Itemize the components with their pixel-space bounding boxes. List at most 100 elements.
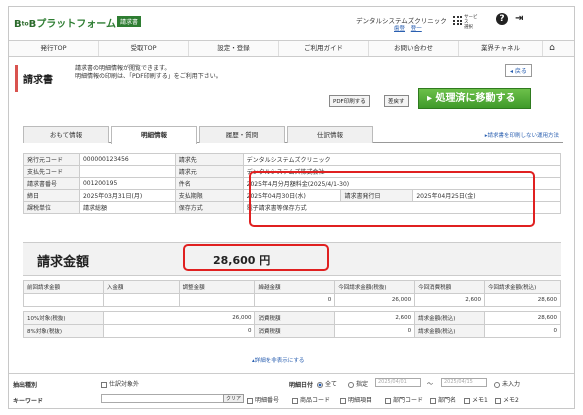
radio-off[interactable] <box>348 381 354 388</box>
clear-button[interactable]: クリア <box>223 394 245 403</box>
info-value <box>78 165 176 178</box>
tax-key: 8%対象(税抜) <box>23 324 104 338</box>
radio-on[interactable] <box>317 381 323 388</box>
date-from-input[interactable]: 2025/04/01 <box>375 378 421 387</box>
company-links: 歯登 登一 <box>394 24 422 32</box>
exclude-journal-checkbox[interactable]: 仕訳対象外 <box>101 379 139 388</box>
no-print-guide-link[interactable]: ▸請求書を印刷しない運用方法 <box>485 131 559 139</box>
checkbox-box[interactable] <box>340 397 346 404</box>
check-label: 明細番号 <box>255 397 280 404</box>
check-label: 部門コード <box>393 397 424 404</box>
home-icon[interactable]: ⌂ <box>543 41 561 56</box>
tax-value: 0 <box>484 324 561 338</box>
date-all-label: 全て <box>325 381 338 388</box>
pdf-print-button[interactable]: PDF印刷する <box>329 95 370 107</box>
company-link-1[interactable]: 歯登 <box>394 26 405 32</box>
tax-key: 消費税額 <box>254 311 336 325</box>
service-label-1: サービス <box>464 15 478 25</box>
page-description: 請求書の明細情報が閲覧できます。 明細情報の印刷は、「PDF印刷する」をご利用下… <box>75 65 222 81</box>
check-dept-name[interactable]: 部門名 <box>430 395 456 404</box>
check-detail-item[interactable]: 明細項目 <box>340 395 372 404</box>
info-value: 000000123456 <box>78 153 176 166</box>
reject-button[interactable]: 差戻す <box>384 95 409 107</box>
checkbox-box[interactable] <box>495 397 501 404</box>
summary-value <box>178 293 256 307</box>
info-key: 保存方式 <box>174 201 244 214</box>
help-icon[interactable]: ? <box>496 13 508 25</box>
summary-header: 今回消費税額 <box>414 280 486 294</box>
keyword-label: キーワード <box>13 398 44 405</box>
page-description-line-2: 明細情報の印刷は、「PDF印刷する」をご利用下さい。 <box>75 73 222 80</box>
title-accent-bar <box>15 65 18 92</box>
nav-item-settings[interactable]: 設定・登録 <box>189 41 279 56</box>
date-to-input[interactable]: 2025/04/15 <box>441 378 487 387</box>
page-description-line-1: 請求書の明細情報が閲覧できます。 <box>75 65 171 72</box>
highlight-box-details <box>249 171 535 227</box>
summary-value: 2,600 <box>414 293 486 307</box>
checkbox-box[interactable] <box>385 397 391 404</box>
nav-item-issue-top[interactable]: 発行TOP <box>9 41 99 56</box>
nav-item-contact[interactable]: お問い合わせ <box>369 41 459 56</box>
info-key: 発行元コード <box>23 153 80 166</box>
summary-value <box>23 293 104 307</box>
grid-icon <box>453 16 462 25</box>
check-dept-code[interactable]: 部門コード <box>385 395 423 404</box>
nav-item-industry[interactable]: 業界チャネル <box>459 41 543 56</box>
move-to-processed-button[interactable]: ▸ 処理済に移動する <box>418 88 531 109</box>
check-label: メモ1 <box>472 397 488 404</box>
invoice-amount-label: 請求金額 <box>37 255 90 270</box>
service-select-button[interactable]: サービス 選択 <box>453 15 479 30</box>
checkbox-box[interactable] <box>101 381 107 388</box>
tax-key: 請求金額(税込) <box>414 311 486 325</box>
service-label-2: 選択 <box>464 25 473 30</box>
tax-row-8: 8%対象(税抜) 0 消費税額 0 請求金額(税込) 0 <box>23 324 561 338</box>
tax-key: 消費税額 <box>254 324 336 338</box>
info-key: 件名 <box>174 177 244 190</box>
summary-header: 今回請求金額(税込) <box>484 280 561 294</box>
main-nav: 発行TOP 受取TOP 設定・登録 ご利用ガイド お問い合わせ 業界チャネル ⌂ <box>9 40 574 57</box>
highlight-box-amount <box>183 244 329 271</box>
summary-value: 26,000 <box>334 293 416 307</box>
check-label: メモ2 <box>503 397 519 404</box>
date-specify-radio[interactable]: 指定 <box>348 379 368 388</box>
checkbox-box[interactable] <box>464 397 470 404</box>
summary-header: 入金額 <box>102 280 180 294</box>
check-memo1[interactable]: メモ1 <box>464 395 488 404</box>
checkbox-box[interactable] <box>292 397 298 404</box>
tab-history[interactable]: 履歴・質問 <box>199 126 285 143</box>
check-label: 商品コード <box>300 397 331 404</box>
tax-key: 10%対象(税抜) <box>23 311 104 325</box>
tab-bar: おもて情報 明細情報 履歴・質問 仕訳情報 ▸請求書を印刷しない運用方法 <box>23 126 563 144</box>
info-value: 001200195 <box>78 177 176 190</box>
tab-detail-info[interactable]: 明細情報 <box>111 126 197 144</box>
tab-front-info[interactable]: おもて情報 <box>23 126 109 143</box>
back-button[interactable]: ◂ 戻る <box>505 64 532 77</box>
logo-to: to <box>21 20 29 28</box>
date-undated-radio[interactable]: 未入力 <box>494 379 520 388</box>
check-detail-no[interactable]: 明細番号 <box>247 395 279 404</box>
keyword-input[interactable] <box>101 394 225 403</box>
check-memo2[interactable]: メモ2 <box>495 395 519 404</box>
tab-journal[interactable]: 仕訳情報 <box>287 126 373 143</box>
check-product-code[interactable]: 商品コード <box>292 395 330 404</box>
summary-header-row: 前回請求金額 入金額 調整金額 繰越金額 今回請求金額(税抜) 今回消費税額 今… <box>23 280 561 294</box>
detail-date-label: 明細日付 <box>289 382 314 389</box>
page-title: 請求書 <box>23 75 53 86</box>
summary-value <box>102 293 180 307</box>
date-all-radio[interactable]: 全て <box>317 379 337 388</box>
logout-icon[interactable]: ⇥ <box>515 13 528 25</box>
info-key: 請求先 <box>174 153 244 166</box>
tax-value: 2,600 <box>334 311 416 325</box>
info-key: 課税単位 <box>23 201 80 214</box>
company-link-2[interactable]: 登一 <box>411 26 422 32</box>
hide-details-link[interactable]: ▴詳細を非表示にする <box>252 356 304 364</box>
logo[interactable]: BtoBプラットフォーム <box>14 15 116 30</box>
summary-header: 前回請求金額 <box>23 280 104 294</box>
nav-item-guide[interactable]: ご利用ガイド <box>279 41 369 56</box>
nav-item-receive-top[interactable]: 受取TOP <box>99 41 189 56</box>
checkbox-box[interactable] <box>247 397 253 404</box>
filter-type-label: 抽出種別 <box>13 382 38 389</box>
radio-off[interactable] <box>494 381 500 388</box>
checkbox-box[interactable] <box>430 397 436 404</box>
service-select-label: サービス 選択 <box>464 15 479 30</box>
